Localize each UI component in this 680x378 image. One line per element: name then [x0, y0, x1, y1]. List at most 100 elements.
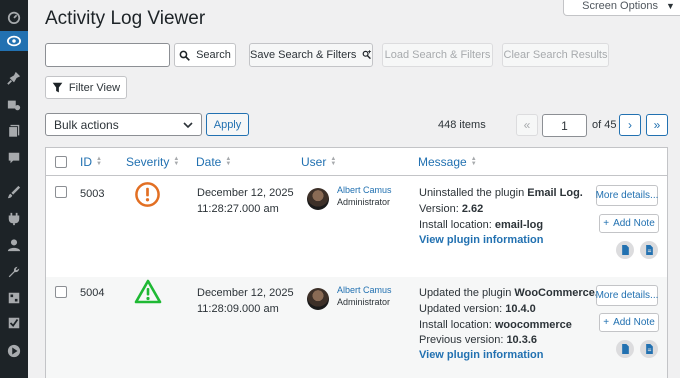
bulk-actions-select[interactable]: Bulk actions [45, 113, 202, 136]
last-page-button[interactable]: » [646, 114, 668, 136]
message-line: Install location: email-log [419, 219, 544, 231]
tools-icon[interactable] [4, 262, 24, 282]
chevron-down-icon [183, 121, 193, 128]
sort-icon: ▲ ▼ [225, 156, 232, 167]
add-note-label: Add Note [613, 218, 655, 229]
search-input[interactable] [45, 43, 170, 67]
activity-log-table: ID ▲ ▼ Severity ▲ ▼ Date ▲ ▼ User ▲ ▼ Messag… [45, 147, 668, 378]
column-date-label: Date [196, 155, 222, 169]
save-search-filters-button[interactable]: Save Search & Filters [249, 43, 373, 67]
apply-label: Apply [213, 118, 242, 131]
row-id: 5003 [80, 188, 105, 200]
column-message-label: Message [418, 155, 467, 169]
sort-icon: ▲ ▼ [173, 156, 180, 167]
load-search-filters-label: Load Search & Filters [384, 49, 491, 61]
next-page-label: › [628, 118, 632, 132]
next-page-button[interactable]: › [619, 114, 641, 136]
message-line: Updated the plugin WooCommerce. [419, 287, 598, 299]
add-note-button[interactable]: + Add Note [599, 313, 659, 332]
view-plugin-information-link[interactable]: View plugin information [419, 349, 543, 361]
document-icon [621, 245, 629, 255]
avatar [307, 188, 329, 210]
search-button-label: Search [196, 49, 231, 61]
notes-button[interactable] [640, 241, 658, 259]
search-button[interactable]: Search [174, 43, 236, 67]
plugins-icon[interactable] [4, 209, 24, 229]
bulk-actions-value: Bulk actions [54, 117, 119, 132]
row-checkbox[interactable] [55, 286, 67, 298]
notes-button[interactable] [640, 340, 658, 358]
column-user[interactable]: User ▲ ▼ [301, 155, 336, 169]
caret-down-icon: ▼ [665, 0, 675, 11]
sort-icon: ▲ ▼ [330, 156, 337, 167]
add-note-button[interactable]: + Add Note [599, 214, 659, 233]
more-details-button[interactable]: More details... [596, 185, 658, 206]
play-icon[interactable] [4, 341, 24, 361]
message-line: Uninstalled the plugin Email Log. [419, 187, 583, 199]
message-line: View plugin information [419, 347, 543, 363]
user-role: Administrator [337, 197, 391, 207]
avatar [307, 288, 329, 310]
plus-icon: + [603, 317, 610, 328]
sort-icon: ▲ ▼ [470, 156, 477, 167]
filter-view-button[interactable]: Filter View [45, 76, 127, 99]
items-count: 448 items [438, 119, 486, 131]
user-name-link[interactable]: Albert Camus [337, 284, 392, 296]
pages-icon[interactable] [4, 121, 24, 141]
last-page-label: » [653, 118, 661, 132]
clear-search-results-label: Clear Search Results [503, 49, 608, 61]
filter-icon [52, 82, 63, 93]
info-severity-icon [134, 279, 162, 304]
more-details-button[interactable]: More details... [596, 285, 658, 306]
load-search-filters-button[interactable]: Load Search & Filters [382, 43, 493, 67]
column-severity[interactable]: Severity ▲ ▼ [126, 155, 179, 169]
first-page-button[interactable]: « [516, 114, 538, 136]
user-name-link[interactable]: Albert Camus [337, 184, 392, 196]
row-checkbox[interactable] [55, 186, 67, 198]
appearance-icon[interactable] [4, 182, 24, 202]
dashboard-icon[interactable] [4, 7, 24, 27]
view-plugin-information-link[interactable]: View plugin information [419, 234, 543, 246]
column-id[interactable]: ID ▲ ▼ [80, 155, 102, 169]
current-page-input[interactable]: 1 [542, 114, 587, 137]
notes-icon [645, 245, 653, 255]
select-all-checkbox[interactable] [55, 156, 67, 168]
page-title: Activity Log Viewer [45, 8, 206, 29]
first-page-label: « [523, 118, 531, 132]
users-icon[interactable] [4, 235, 24, 255]
main-content: Screen Options ▼ Activity Log Viewer Sea… [28, 0, 680, 378]
checklist-icon[interactable] [4, 313, 24, 333]
notes-icon [645, 344, 653, 354]
settings-icon[interactable] [4, 288, 24, 308]
filter-view-label: Filter View [68, 81, 121, 94]
row-id: 5004 [80, 287, 105, 299]
more-details-label: More details... [595, 290, 659, 301]
column-date[interactable]: Date ▲ ▼ [196, 155, 231, 169]
search-save-icon [362, 50, 372, 60]
message-line: Updated version: 10.4.0 [419, 303, 536, 315]
media-icon[interactable] [4, 95, 24, 115]
message-line: View plugin information [419, 232, 543, 248]
message-line: Previous version: 10.3.6 [419, 334, 538, 346]
activity-log-icon[interactable] [0, 31, 28, 51]
admin-sidebar [0, 0, 28, 378]
column-user-label: User [301, 155, 327, 169]
pin-icon[interactable] [4, 68, 24, 88]
table-row: 5003 December 12, 2025 11:28:27.000 am A… [46, 177, 667, 277]
row-date: December 12, 2025 [197, 287, 294, 299]
more-details-label: More details... [595, 190, 659, 201]
comments-icon[interactable] [4, 148, 24, 168]
document-button[interactable] [616, 241, 634, 259]
plus-icon: + [603, 218, 610, 229]
warning-severity-icon [135, 182, 160, 207]
apply-button[interactable]: Apply [206, 113, 249, 136]
user-role: Administrator [337, 297, 391, 307]
document-button[interactable] [616, 340, 634, 358]
column-id-label: ID [80, 155, 92, 169]
column-message[interactable]: Message ▲ ▼ [418, 155, 477, 169]
row-time: 11:28:09.000 am [197, 303, 279, 315]
screen-options-button[interactable]: Screen Options ▼ [563, 0, 680, 16]
row-date: December 12, 2025 [197, 187, 294, 199]
clear-search-results-button[interactable]: Clear Search Results [502, 43, 609, 67]
total-pages: of 45 [592, 119, 617, 131]
